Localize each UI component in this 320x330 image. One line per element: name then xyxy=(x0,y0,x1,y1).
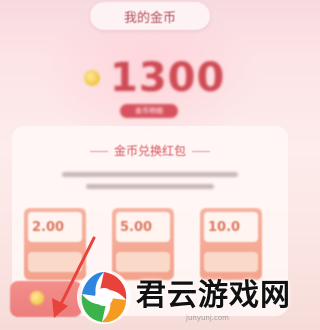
watermark: 君云游戏网 junyunj.com xyxy=(74,264,300,330)
watermark-brand: 君云游戏网 xyxy=(136,278,291,313)
junyun-logo-icon xyxy=(77,270,131,324)
watermark-url: junyunj.com xyxy=(186,314,229,322)
